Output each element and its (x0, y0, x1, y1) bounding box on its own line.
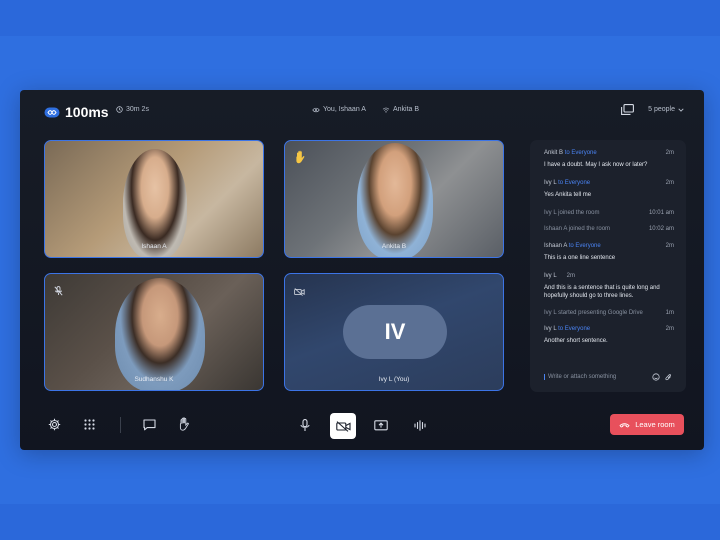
participant-name: Ishaan A (141, 243, 167, 250)
screen-share-icon[interactable] (374, 420, 388, 432)
chat-message: Ivy L to Everyone 2m Yes Ankita tell me (544, 180, 674, 199)
hand-raise-icon[interactable] (178, 417, 191, 431)
video-tile[interactable]: Ankita B (284, 140, 504, 258)
message-time: 2m (665, 180, 674, 186)
grid-menu-icon[interactable] (84, 419, 95, 430)
background-band-top (0, 0, 720, 36)
leave-room-button[interactable]: Leave room (610, 414, 684, 435)
message-recipient: to Everyone (558, 326, 591, 332)
leave-room-label: Leave room (635, 420, 675, 429)
message-recipient: to Everyone (558, 180, 591, 186)
chat-icon[interactable] (143, 419, 156, 431)
system-message: Ishaan A joined the room 10:02 am (544, 226, 674, 232)
message-time: 2m (665, 243, 674, 249)
message-recipient: to Everyone (568, 243, 601, 249)
raised-hand-icon (294, 150, 307, 169)
chat-panel: Ankit B to Everyone 2m I have a doubt. Ma… (530, 140, 686, 392)
viewer-item: You, Ishaan A (312, 106, 366, 113)
system-message: Ivy L joined the room 10:01 am (544, 210, 674, 216)
message-text: Another short sentence. (544, 338, 608, 344)
message-text: This is a one line sentence (544, 255, 616, 261)
chat-message: Ankit B to Everyone 2m I have a doubt. Ma… (544, 150, 674, 169)
video-tile-self[interactable]: IV Ivy L (You) (284, 273, 504, 391)
message-time: 2m (566, 273, 576, 279)
system-text: Ivy L joined the room (544, 210, 600, 216)
timer-text: 30m 2s (126, 106, 149, 113)
audio-wave-icon[interactable] (414, 420, 426, 431)
call-timer: 30m 2s (116, 106, 149, 113)
system-text: Ishaan A joined the room (544, 226, 611, 232)
video-call-window: 100ms 30m 2s You, Ishaan A Ankita B 5 pe… (20, 90, 704, 450)
camera-off-icon (294, 283, 305, 301)
clock-icon (116, 106, 123, 113)
brand-name: 100ms (65, 104, 109, 120)
message-time: 2m (665, 326, 674, 332)
chat-message: Ishaan A to Everyone 2m This is a one lin… (544, 243, 674, 262)
participant-video (115, 278, 205, 390)
participant-video (123, 149, 187, 257)
message-time: 1m (665, 310, 674, 316)
layout-icon[interactable] (621, 104, 635, 115)
message-sender: Ishaan A (544, 243, 568, 249)
eye-icon (312, 107, 320, 112)
message-time: 10:01 am (648, 210, 674, 216)
viewer-status: You, Ishaan A Ankita B (312, 106, 419, 113)
attach-icon[interactable] (665, 373, 672, 381)
viewer-label: Ankita B (392, 106, 420, 113)
chevron-down-icon (678, 107, 684, 112)
message-sender: Ivy L (544, 180, 557, 186)
message-text: And this is a sentence that is quite lon… (544, 285, 660, 299)
message-recipient: to Everyone (564, 150, 597, 156)
phone-hangup-icon (619, 422, 630, 427)
header-right: 5 people (621, 104, 684, 115)
participant-name: Ivy L (You) (378, 376, 410, 383)
system-message: Ivy L started presenting Google Drive 1m (544, 310, 674, 316)
microphone-icon[interactable] (300, 419, 310, 432)
chat-message: Ivy L 2m And this is a sentence that is q… (544, 273, 674, 300)
video-tile[interactable]: Sudhanshu K (44, 273, 264, 391)
people-count: 5 people (648, 106, 675, 113)
participants-dropdown[interactable]: 5 people (648, 106, 684, 113)
message-time: 2m (665, 150, 674, 156)
system-text: Ivy L started presenting Google Drive (544, 310, 643, 316)
brand-logo: 100ms (44, 104, 109, 120)
participant-name: Sudhanshu K (134, 376, 174, 383)
viewer-item: Ankita B (382, 106, 419, 113)
viewer-label: You, Ishaan A (323, 106, 366, 113)
participant-name: Ankita B (381, 243, 407, 250)
video-tile[interactable]: Ishaan A (44, 140, 264, 258)
message-sender: Ivy L (544, 273, 557, 279)
participant-video (357, 143, 433, 257)
message-text: Yes Ankita tell me (544, 192, 592, 198)
message-sender: Ivy L (544, 326, 557, 332)
chat-input-placeholder: Write or attach something (544, 374, 652, 380)
message-time: 10:02 am (648, 226, 674, 232)
emoji-icon[interactable] (652, 373, 660, 381)
camera-toggle-button[interactable] (330, 413, 356, 439)
message-text: I have a doubt. May I ask now or later? (544, 162, 648, 168)
avatar: IV (343, 305, 447, 359)
chat-input[interactable]: Write or attach something (540, 368, 676, 386)
chat-message: Ivy L to Everyone 2m Another short senten… (544, 326, 674, 345)
video-off-icon (335, 420, 351, 432)
logo-icon (44, 107, 60, 117)
wifi-icon (382, 107, 390, 113)
mic-off-icon (54, 283, 63, 301)
message-sender: Ankit B (544, 150, 564, 156)
footer-divider (120, 417, 121, 433)
header: 100ms 30m 2s You, Ishaan A Ankita B 5 pe… (20, 90, 704, 134)
settings-icon[interactable] (48, 418, 61, 431)
background-band-bottom (0, 504, 720, 540)
